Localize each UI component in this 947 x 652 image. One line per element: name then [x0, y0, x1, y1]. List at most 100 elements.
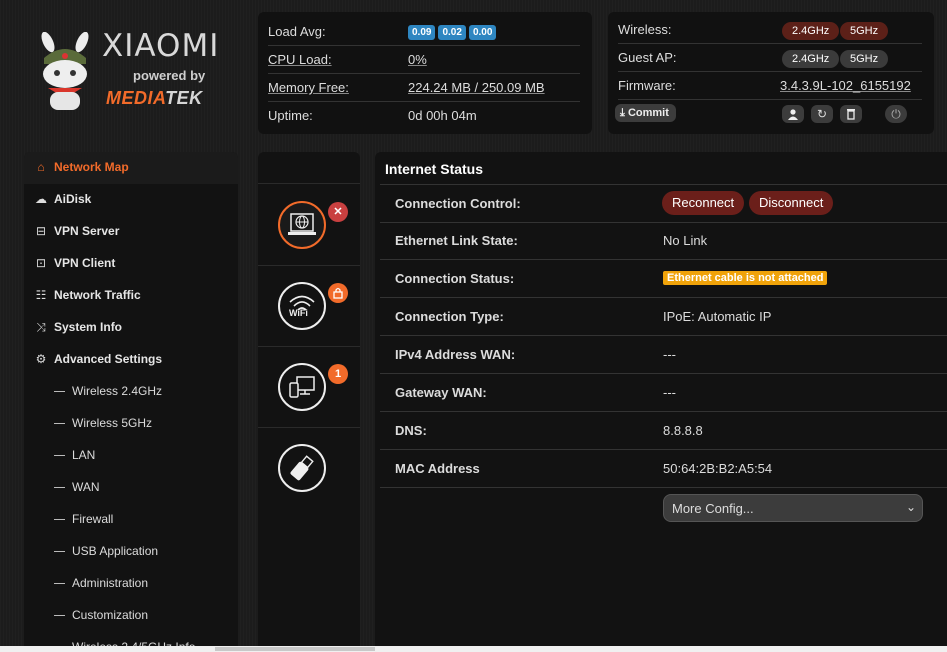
sidebar-subitem-wan[interactable]: WAN	[24, 472, 238, 504]
cpu-label[interactable]: CPU Load:	[268, 52, 332, 67]
sidebar-subitem-usb-application[interactable]: USB Application	[24, 536, 238, 568]
connection-status-label: Connection Status:	[395, 271, 515, 286]
ipv4-wan-label: IPv4 Address WAN:	[395, 347, 516, 362]
sidebar-subitem-administration[interactable]: Administration	[24, 568, 238, 600]
page-title: Internet Status	[385, 161, 484, 177]
wireless-label: Wireless:	[618, 22, 672, 37]
home-icon: ⌂	[37, 160, 45, 174]
load-avg-row: Load Avg: 0.09 0.02 0.00	[268, 18, 580, 46]
sidebar-subitem-wireless-5[interactable]: Wireless 5GHz	[24, 408, 238, 440]
mascot-icon	[41, 32, 89, 110]
more-config-select[interactable]: More Config... ⌄	[663, 494, 923, 522]
power-icon[interactable]: ⏻	[885, 105, 907, 123]
sidebar-item-network-traffic[interactable]: ☷ Network Traffic	[24, 280, 238, 312]
cpu-value: 0%	[408, 52, 427, 67]
download-icon: ⤓	[620, 107, 625, 119]
connection-control-row: Connection Control: Reconnect Disconnect	[380, 184, 947, 223]
connection-status-badge: Ethernet cable is not attached	[663, 271, 828, 285]
sidebar-subitem-customization[interactable]: Customization	[24, 600, 238, 632]
ipv4-wan-row: IPv4 Address WAN: ---	[380, 336, 947, 374]
cloud-icon: ☁	[35, 192, 47, 206]
wireless-5-toggle[interactable]: 5GHz	[840, 22, 889, 40]
load-avg-1: 0.09	[408, 25, 436, 40]
wireless-row: Wireless: 2.4GHz 5GHz	[618, 16, 922, 44]
cpu-row: CPU Load: 0%	[268, 46, 580, 74]
connection-type-label: Connection Type:	[395, 309, 504, 324]
system-status-panel: Load Avg: 0.09 0.02 0.00 CPU Load: 0% Memo…	[258, 12, 592, 134]
connection-type-row: Connection Type: IPoE: Automatic IP	[380, 298, 947, 336]
usb-icon	[278, 444, 326, 492]
sidebar-subitem-wireless-24[interactable]: Wireless 2.4GHz	[24, 376, 238, 408]
wireless-24-toggle[interactable]: 2.4GHz	[782, 22, 840, 40]
mediatek-logo: MEDIATEK	[106, 88, 203, 108]
uptime-label: Uptime:	[268, 108, 313, 123]
wifi-label: WiFi	[289, 308, 308, 318]
usb-node[interactable]	[258, 427, 360, 508]
disconnected-icon: ✕	[328, 202, 348, 222]
load-avg-5: 0.02	[438, 25, 466, 40]
gear-icon: ⚙	[35, 352, 47, 366]
sidebar-item-system-info[interactable]: ⤨ System Info	[24, 312, 238, 344]
guest-5-toggle[interactable]: 5GHz	[840, 50, 889, 68]
ethernet-link-value: No Link	[663, 233, 708, 248]
guest-ap-row: Guest AP: 2.4GHz 5GHz	[618, 44, 922, 72]
sidebar-item-vpn-client[interactable]: ⊡ VPN Client	[24, 248, 238, 280]
wifi-lock-icon	[328, 283, 348, 303]
lock-icon: ⊡	[35, 256, 47, 270]
memory-row: Memory Free: 224.24 MB / 250.09 MB	[268, 74, 580, 102]
sidebar-item-aidisk[interactable]: ☁ AiDisk	[24, 184, 238, 216]
dns-value: 8.8.8.8	[663, 423, 703, 438]
scrollbar-thumb[interactable]	[215, 647, 375, 651]
dns-row: DNS: 8.8.8.8	[380, 412, 947, 450]
clients-node[interactable]: 1	[258, 346, 360, 428]
devices-icon	[278, 363, 326, 411]
sidebar-item-advanced-settings[interactable]: ⚙ Advanced Settings	[24, 344, 238, 376]
firmware-label: Firmware:	[618, 78, 676, 93]
network-map-column: ✕ WiFi 1	[258, 152, 360, 652]
internet-node[interactable]: ✕	[258, 183, 360, 266]
commit-button[interactable]: ⤓ Commit	[615, 104, 676, 122]
mac-address-label: MAC Address	[395, 461, 480, 476]
load-avg-15: 0.00	[468, 25, 497, 40]
firmware-row: Firmware: 3.4.3.9L-102_6155192	[618, 72, 922, 100]
mac-address-value: 50:64:2B:B2:A5:54	[663, 461, 773, 476]
table-icon: ☷	[35, 288, 47, 302]
chevron-down-icon: ⌄	[905, 500, 916, 514]
sidebar-item-vpn-server[interactable]: ⊟ VPN Server	[24, 216, 238, 248]
gateway-wan-row: Gateway WAN: ---	[380, 374, 947, 412]
wifi-node[interactable]: WiFi	[258, 265, 360, 347]
connection-control-label: Connection Control:	[395, 196, 521, 211]
sidebar-subitem-lan[interactable]: LAN	[24, 440, 238, 472]
vpn-server-icon: ⊟	[35, 224, 47, 238]
wireless-panel: Wireless: 2.4GHz 5GHz Guest AP: 2.4GHz 5…	[608, 12, 934, 134]
commit-label: Commit	[627, 107, 669, 119]
disconnect-button[interactable]: Disconnect	[749, 191, 834, 215]
ipv4-wan-value: ---	[663, 347, 676, 362]
internet-status-panel: Internet Status Connection Control: Reco…	[375, 152, 947, 652]
dns-label: DNS:	[395, 423, 427, 438]
uptime-value: 0d 00h 04m	[408, 108, 477, 123]
uptime-row: Uptime: 0d 00h 04m	[268, 102, 580, 129]
guest-ap-label: Guest AP:	[618, 50, 677, 65]
ethernet-link-row: Ethernet Link State: No Link	[380, 222, 947, 260]
gateway-wan-label: Gateway WAN:	[395, 385, 487, 400]
sidebar-subitem-firewall[interactable]: Firewall	[24, 504, 238, 536]
memory-label[interactable]: Memory Free:	[268, 80, 349, 95]
user-icon[interactable]	[782, 105, 804, 123]
sidebar-item-network-map[interactable]: ⌂ Network Map	[24, 152, 238, 184]
powered-by-text: powered by	[133, 68, 206, 83]
shuffle-icon: ⤨	[36, 320, 46, 334]
wifi-icon: WiFi	[278, 282, 326, 330]
firmware-version[interactable]: 3.4.3.9L-102_6155192	[780, 78, 911, 93]
horizontal-scrollbar[interactable]	[0, 646, 947, 652]
reconnect-button[interactable]: Reconnect	[662, 191, 745, 215]
connection-status-row: Connection Status: Ethernet cable is not…	[380, 260, 947, 298]
brand-name: XIAOMI	[102, 28, 220, 64]
guest-24-toggle[interactable]: 2.4GHz	[782, 50, 840, 68]
memory-value: 224.24 MB / 250.09 MB	[408, 80, 545, 95]
refresh-icon[interactable]: ↻	[811, 105, 833, 123]
load-avg-values: 0.09 0.02 0.00	[408, 23, 499, 40]
sidebar-menu: ⌂ Network Map ☁ AiDisk ⊟ VPN Server ⊡ VP…	[24, 152, 238, 652]
trash-icon[interactable]	[840, 105, 862, 123]
connection-type-value: IPoE: Automatic IP	[663, 309, 772, 324]
